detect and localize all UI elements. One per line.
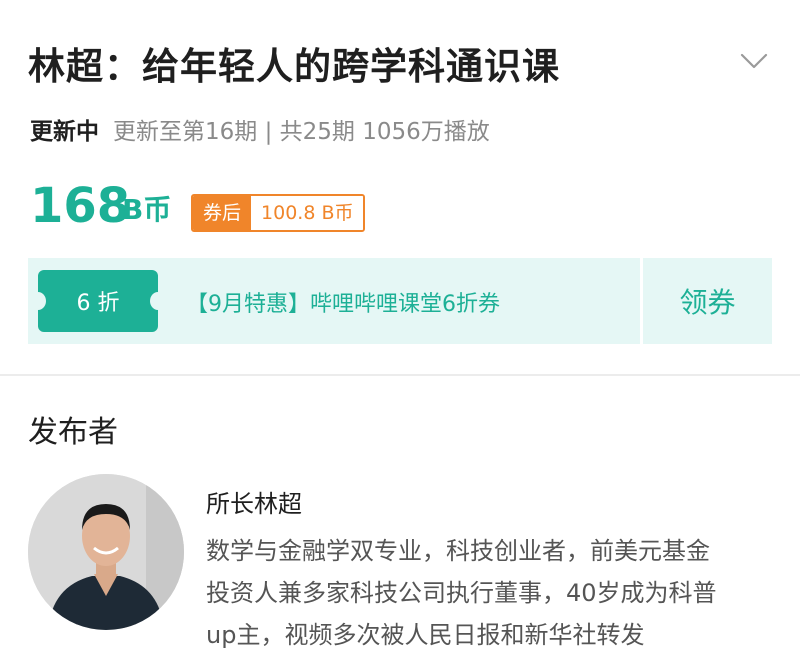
course-title: 林超：给年轻人的跨学科通识课 <box>28 45 560 88</box>
publisher-heading: 发布者 <box>28 415 118 450</box>
publisher-name[interactable]: 所长林超 <box>206 484 302 519</box>
price-unit: B币 <box>122 193 172 226</box>
bio-line: 投资人兼多家科技公司执行董事，40岁成为科普 <box>206 579 717 607</box>
coupon-price-tag: 券后 100.8 B币 <box>191 194 366 232</box>
bio-line: 数学与金融学双专业，科技创业者，前美元基金 <box>206 537 710 565</box>
coupon-ticket: 6 折 <box>30 270 166 332</box>
price-amount: 168 <box>30 178 131 234</box>
claim-coupon-button[interactable]: 领券 <box>643 258 772 344</box>
course-meta-row: 更新中 更新至第16期 | 共25期 1056万播放 <box>30 112 490 146</box>
bio-line: up主，视频多次被人民日报和新华社转发 <box>206 621 645 649</box>
chevron-down-icon <box>740 53 768 69</box>
expand-button[interactable] <box>736 46 772 76</box>
avatar-photo <box>28 474 184 630</box>
avatar[interactable] <box>28 474 184 630</box>
coupon-ticket-label: 6 折 <box>76 291 120 316</box>
update-status: 更新中 <box>30 119 99 145</box>
coupon-description: 【9月特惠】哔哩哔哩课堂6折券 <box>186 292 500 317</box>
coupon-banner: 6 折 【9月特惠】哔哩哔哩课堂6折券 领券 <box>28 258 772 344</box>
claim-coupon-label: 领券 <box>679 286 736 319</box>
section-divider <box>0 374 800 376</box>
coupon-price-label: 券后 <box>193 196 252 230</box>
episode-info: 更新至第16期 | 共25期 1056万播放 <box>113 119 490 145</box>
publisher-bio: 数学与金融学双专业，科技创业者，前美元基金 投资人兼多家科技公司执行董事，40岁… <box>206 530 786 656</box>
coupon-price-value: 100.8 B币 <box>251 196 364 230</box>
